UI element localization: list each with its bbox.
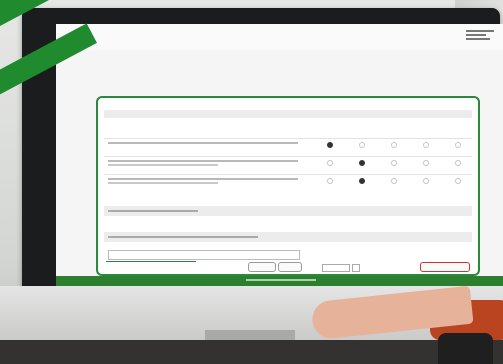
radio-option[interactable] (359, 178, 365, 184)
question-text-line2 (108, 164, 218, 166)
radio-option[interactable] (327, 160, 333, 166)
previous-button[interactable] (248, 262, 276, 272)
question-row (104, 138, 472, 151)
radio-option[interactable] (423, 160, 429, 166)
survey-card (96, 96, 480, 276)
radio-option[interactable] (391, 142, 397, 148)
comment-field[interactable] (108, 250, 300, 260)
submit-button[interactable] (420, 262, 470, 272)
radio-option[interactable] (423, 142, 429, 148)
screen (56, 24, 503, 286)
page-topbar (56, 24, 503, 50)
attachment-band (104, 206, 472, 216)
form-link[interactable] (106, 261, 196, 262)
page-select-arrow[interactable] (352, 264, 360, 272)
question-row (104, 156, 472, 169)
radio-option[interactable] (455, 160, 461, 166)
radio-option[interactable] (455, 178, 461, 184)
comment-label (108, 236, 258, 238)
page-footer (56, 276, 503, 286)
attachment-text (108, 210, 198, 212)
question-row (104, 174, 472, 187)
comment-band (104, 232, 472, 242)
radio-option[interactable] (327, 142, 333, 148)
monitor (22, 8, 503, 308)
radio-option[interactable] (359, 142, 365, 148)
page-select[interactable] (322, 264, 350, 272)
footer-text (246, 279, 316, 281)
question-text (108, 160, 298, 162)
radio-option[interactable] (327, 178, 333, 184)
radio-option[interactable] (391, 160, 397, 166)
question-text (108, 178, 298, 180)
section-header (104, 110, 472, 118)
coffee-cup (438, 333, 493, 364)
question-text-line2 (108, 182, 218, 184)
desk (0, 340, 503, 364)
radio-option[interactable] (391, 178, 397, 184)
radio-option[interactable] (455, 142, 461, 148)
radio-option[interactable] (423, 178, 429, 184)
rating-column-headers (302, 124, 472, 134)
question-text (108, 142, 298, 144)
radio-option[interactable] (359, 160, 365, 166)
logo-icon (466, 30, 494, 44)
save-button[interactable] (278, 262, 302, 272)
